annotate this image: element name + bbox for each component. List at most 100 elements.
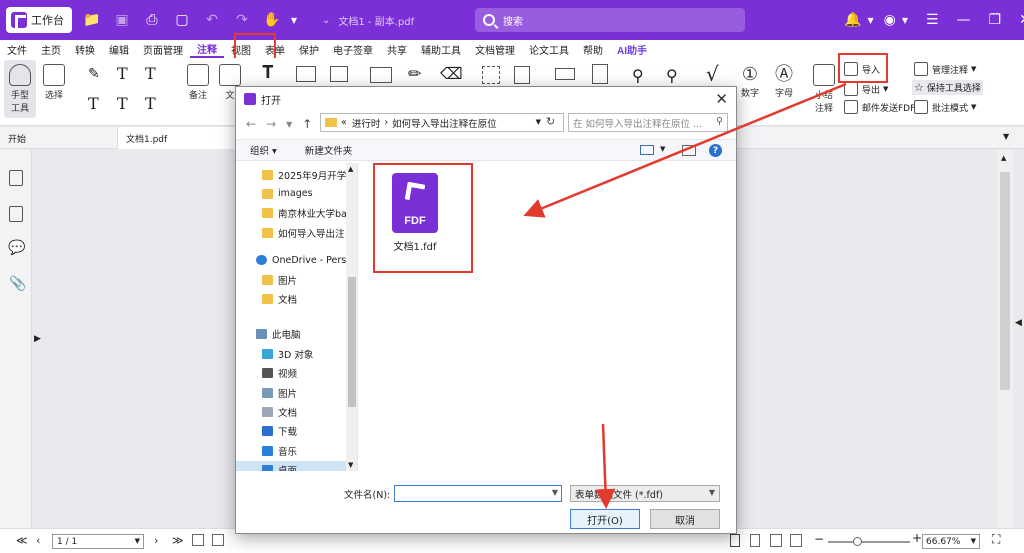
zoom-value[interactable]: 66.67% ▼ bbox=[922, 534, 980, 549]
up-icon[interactable]: ↑ bbox=[302, 117, 312, 131]
menu-item[interactable]: 辅助工具 bbox=[414, 42, 468, 57]
menu-item[interactable]: 文档管理 bbox=[468, 42, 522, 57]
scroll-up-icon[interactable]: ▲ bbox=[1001, 154, 1006, 162]
chevron-down-icon[interactable]: ▼ bbox=[1003, 132, 1009, 141]
sqrt-icon[interactable]: √ bbox=[706, 62, 719, 86]
zoom-slider-thumb[interactable] bbox=[852, 537, 862, 546]
continuous-icon[interactable] bbox=[750, 534, 760, 547]
typewriter-icon[interactable]: 𝐓 bbox=[262, 62, 274, 83]
note-button[interactable]: 备注 bbox=[186, 64, 210, 101]
pages-icon[interactable] bbox=[9, 206, 23, 222]
back-icon[interactable]: ← bbox=[246, 117, 256, 131]
tree-scrollbar[interactable]: ▲ ▼ bbox=[346, 163, 357, 471]
minimize-icon[interactable]: — bbox=[957, 12, 971, 28]
tree-item[interactable]: 此电脑 bbox=[236, 325, 346, 344]
tree-item[interactable]: 南京林业大学ba bbox=[236, 204, 346, 223]
next-page-icon[interactable]: › bbox=[154, 534, 158, 547]
menu-item[interactable]: 编辑 bbox=[102, 42, 136, 57]
comment-icon[interactable]: 💬 bbox=[8, 240, 25, 256]
tree-item[interactable]: 视频 bbox=[236, 364, 346, 383]
view-toggle-icon[interactable] bbox=[640, 145, 654, 155]
chevron-down-icon[interactable]: ▼ bbox=[552, 488, 558, 497]
chevron-down-icon[interactable]: ▼ bbox=[902, 16, 908, 25]
path-segment-b[interactable]: 如何导入导出注释在原位 bbox=[392, 116, 497, 130]
save-icon[interactable]: ▣ bbox=[112, 10, 132, 30]
tree-item[interactable]: OneDrive - Perso bbox=[236, 251, 346, 270]
prev-page-icon[interactable]: ‹ bbox=[36, 534, 40, 547]
refresh-icon[interactable]: ↻ bbox=[546, 115, 555, 128]
fullscreen-icon[interactable]: ⛶ bbox=[992, 532, 1000, 547]
highlight-icon[interactable]: ✎ bbox=[88, 66, 100, 82]
first-page-icon[interactable]: ≪ bbox=[16, 534, 28, 547]
tree-item[interactable]: 如何导入导出注 bbox=[236, 223, 346, 242]
new-doc-icon[interactable]: ▢ bbox=[172, 10, 192, 30]
keep-tool-button[interactable]: ☆ 保持工具选择 bbox=[912, 80, 983, 95]
textbox-icon[interactable] bbox=[296, 66, 316, 82]
open-folder-icon[interactable]: 📁 bbox=[82, 10, 102, 30]
eraser-icon[interactable]: ⌫ bbox=[440, 64, 463, 83]
scroll-down-icon[interactable]: ▼ bbox=[348, 461, 353, 469]
menu-icon[interactable]: ☰ bbox=[926, 12, 939, 28]
two-continuous-icon[interactable] bbox=[790, 534, 802, 547]
squiggly-icon[interactable]: T bbox=[117, 94, 128, 113]
address-bar[interactable]: « 进行时 › 如何导入导出注释在原位 ▼ bbox=[320, 113, 564, 132]
strikeout-icon[interactable]: T bbox=[145, 64, 156, 83]
filename-input[interactable]: ▼ bbox=[394, 485, 562, 502]
ruler-icon[interactable] bbox=[555, 68, 575, 80]
select-button[interactable]: 选择 bbox=[42, 64, 66, 101]
last-page-icon[interactable]: ≫ bbox=[172, 534, 184, 547]
bookmark-icon[interactable] bbox=[9, 170, 23, 186]
chevron-down-icon[interactable]: ▼ bbox=[536, 118, 541, 126]
calculator-icon[interactable] bbox=[592, 64, 608, 84]
tree-item[interactable]: 文档 bbox=[236, 402, 346, 421]
menu-item[interactable]: 文件 bbox=[0, 42, 34, 57]
tree-scrollbar-thumb[interactable] bbox=[348, 277, 356, 407]
zoom-in-icon[interactable]: + bbox=[912, 531, 922, 545]
rectangle-icon[interactable] bbox=[370, 67, 392, 83]
stamp2-icon[interactable]: ⚲ bbox=[666, 66, 678, 85]
menu-item[interactable]: 页面管理 bbox=[136, 42, 190, 57]
tree-item[interactable]: 图片 bbox=[236, 270, 346, 289]
chevron-down-icon[interactable]: ⌄ bbox=[322, 15, 330, 26]
vertical-scrollbar[interactable]: ▲ bbox=[997, 150, 1013, 528]
copy-page-icon[interactable] bbox=[192, 534, 204, 546]
number-button[interactable]: ① 数字 bbox=[738, 64, 762, 99]
tree-item[interactable]: images bbox=[236, 184, 346, 203]
restore-icon[interactable]: ❐ bbox=[989, 12, 1002, 28]
callout-icon[interactable] bbox=[330, 66, 348, 82]
menu-item[interactable]: AI助手 bbox=[610, 42, 654, 57]
dialog-search-input[interactable]: 在 如何导入导出注释在原位 ... ⚲ bbox=[568, 113, 728, 132]
forward-icon[interactable]: → bbox=[266, 117, 276, 131]
pencil-icon[interactable]: ✏ bbox=[408, 64, 421, 83]
glyph-button[interactable]: Ⓐ 字母 bbox=[772, 64, 796, 99]
menu-item[interactable]: 论文工具 bbox=[522, 42, 576, 57]
menu-item[interactable]: 共享 bbox=[380, 42, 414, 57]
tree-item[interactable]: 桌面 bbox=[236, 460, 346, 471]
tree-item[interactable]: 文档 bbox=[236, 289, 346, 308]
bell-icon[interactable]: 🔔 bbox=[844, 12, 861, 28]
comment-mode-button[interactable]: 批注模式 ▼ bbox=[914, 100, 976, 114]
chevron-down-icon[interactable]: ▼ bbox=[867, 16, 873, 25]
search-box[interactable]: 搜索 bbox=[475, 8, 745, 32]
scroll-up-icon[interactable]: ▲ bbox=[348, 165, 353, 173]
two-page-icon[interactable] bbox=[770, 534, 782, 547]
tab-document[interactable]: 文档1.pdf bbox=[118, 127, 238, 149]
menu-item[interactable]: 主页 bbox=[34, 42, 68, 57]
chevron-down-icon[interactable]: ▼ bbox=[660, 145, 665, 153]
user-avatar-icon[interactable]: ◉ bbox=[884, 12, 896, 28]
export-button[interactable]: 导出 ▼ bbox=[844, 82, 888, 96]
text-t-icon[interactable]: T bbox=[117, 64, 128, 83]
manage-comments-button[interactable]: 管理注释 ▼ bbox=[914, 62, 976, 76]
hand-tool-button[interactable]: 手型 工具 bbox=[4, 60, 36, 118]
menu-item[interactable]: 转换 bbox=[68, 42, 102, 57]
replace-icon[interactable]: T bbox=[145, 94, 156, 113]
zoom-slider[interactable] bbox=[828, 537, 910, 546]
filetype-select[interactable]: 表单数据文件 (*.fdf) ▼ bbox=[570, 485, 720, 502]
summary-button[interactable]: 小结 注释 bbox=[812, 64, 836, 114]
paste-page-icon[interactable] bbox=[212, 534, 224, 546]
tab-start[interactable]: 开始 bbox=[0, 127, 118, 149]
undo-icon[interactable]: ↶ bbox=[202, 10, 222, 30]
cancel-button[interactable]: 取消 bbox=[650, 509, 720, 529]
tree-item[interactable]: 图片 bbox=[236, 383, 346, 402]
chevron-down-icon[interactable]: ▼ bbox=[286, 120, 292, 129]
